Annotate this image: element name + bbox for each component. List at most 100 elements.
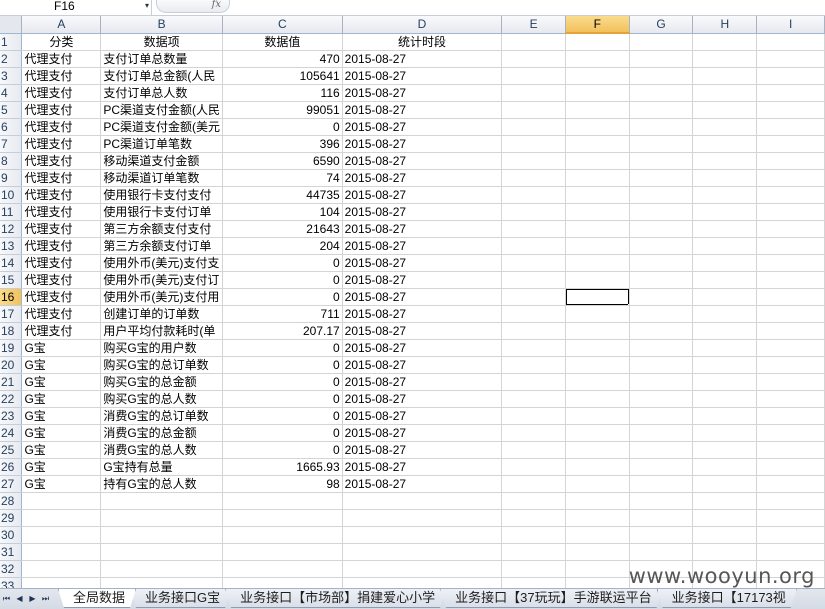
cell-e5[interactable] — [501, 101, 566, 119]
cell-h29[interactable] — [692, 509, 758, 527]
cell-a11[interactable]: 代理支付 — [21, 203, 102, 221]
name-box[interactable]: F16 — [0, 0, 152, 15]
cell-d32[interactable] — [342, 560, 503, 578]
column-header-b[interactable]: B — [100, 16, 224, 34]
cell-a10[interactable]: 代理支付 — [21, 186, 102, 204]
cell-e21[interactable] — [501, 373, 566, 391]
cell-c10[interactable]: 44735 — [222, 186, 343, 204]
cell-i10[interactable] — [756, 186, 825, 204]
cell-i22[interactable] — [756, 390, 825, 408]
cell-i21[interactable] — [756, 373, 825, 391]
cell-c7[interactable]: 396 — [222, 135, 343, 153]
cell-g7[interactable] — [629, 135, 694, 153]
cell-e9[interactable] — [501, 169, 566, 187]
cell-b2[interactable]: 支付订单总数量 — [100, 50, 224, 68]
cell-i9[interactable] — [756, 169, 825, 187]
cell-f31[interactable] — [565, 543, 630, 561]
cell-f27[interactable] — [565, 475, 630, 493]
cell-g28[interactable] — [629, 492, 694, 510]
cell-b26[interactable]: G宝持有总量 — [100, 458, 224, 476]
cell-f17[interactable] — [565, 305, 630, 323]
cell-g5[interactable] — [629, 101, 694, 119]
sheet-tab[interactable]: 业务接口【37玩玩】手游联运平台 — [440, 589, 662, 608]
row-header[interactable]: 21 — [0, 373, 23, 391]
cell-c4[interactable]: 116 — [222, 84, 343, 102]
cell-a3[interactable]: 代理支付 — [21, 67, 102, 85]
cell-h19[interactable] — [692, 339, 758, 357]
cell-g27[interactable] — [629, 475, 694, 493]
cell-h5[interactable] — [692, 101, 758, 119]
cell-a14[interactable]: 代理支付 — [21, 254, 102, 272]
cell-f4[interactable] — [565, 84, 630, 102]
cell-e8[interactable] — [501, 152, 566, 170]
cell-c20[interactable]: 0 — [222, 356, 343, 374]
cell-i2[interactable] — [756, 50, 825, 68]
row-header[interactable]: 24 — [0, 424, 23, 442]
row-header[interactable]: 14 — [0, 254, 23, 272]
cell-c2[interactable]: 470 — [222, 50, 343, 68]
cell-a26[interactable]: G宝 — [21, 458, 102, 476]
row-header[interactable]: 16 — [0, 288, 23, 306]
row-header[interactable]: 13 — [0, 237, 23, 255]
cell-c19[interactable]: 0 — [222, 339, 343, 357]
cell-i24[interactable] — [756, 424, 825, 442]
cell-e18[interactable] — [501, 322, 566, 340]
cell-a16[interactable]: 代理支付 — [21, 288, 102, 306]
row-header[interactable]: 23 — [0, 407, 23, 425]
cell-a17[interactable]: 代理支付 — [21, 305, 102, 323]
cell-f5[interactable] — [565, 101, 630, 119]
cell-e3[interactable] — [501, 67, 566, 85]
cell-g30[interactable] — [629, 526, 694, 544]
next-sheet-icon[interactable]: ▶ — [26, 591, 39, 607]
cell-b5[interactable]: PC渠道支付金额(人民 — [100, 101, 224, 119]
cell-c16[interactable]: 0 — [222, 288, 343, 306]
cell-b15[interactable]: 使用外币(美元)支付订 — [100, 271, 224, 289]
cell-i23[interactable] — [756, 407, 825, 425]
cell-b33[interactable] — [100, 577, 224, 588]
row-header[interactable]: 18 — [0, 322, 23, 340]
cell-i12[interactable] — [756, 220, 825, 238]
cell-i15[interactable] — [756, 271, 825, 289]
cell-h8[interactable] — [692, 152, 758, 170]
cell-b28[interactable] — [100, 492, 224, 510]
cell-g18[interactable] — [629, 322, 694, 340]
row-header[interactable]: 1 — [0, 33, 23, 51]
cell-b18[interactable]: 用户平均付款耗时(单 — [100, 322, 224, 340]
row-header[interactable]: 4 — [0, 84, 23, 102]
cell-b30[interactable] — [100, 526, 224, 544]
sheet-tab[interactable]: 业务接口G宝 — [130, 589, 231, 608]
cell-a18[interactable]: 代理支付 — [21, 322, 102, 340]
row-header[interactable]: 19 — [0, 339, 23, 357]
row-header[interactable]: 27 — [0, 475, 23, 493]
cell-d30[interactable] — [342, 526, 503, 544]
column-header-a[interactable]: A — [21, 16, 102, 34]
cell-d6[interactable]: 2015-08-27 — [342, 118, 503, 136]
cell-f33[interactable] — [565, 577, 630, 588]
cell-h14[interactable] — [692, 254, 758, 272]
cell-d1[interactable]: 统计时段 — [342, 33, 503, 51]
cell-i4[interactable] — [756, 84, 825, 102]
cell-h15[interactable] — [692, 271, 758, 289]
cell-a13[interactable]: 代理支付 — [21, 237, 102, 255]
cell-d22[interactable]: 2015-08-27 — [342, 390, 503, 408]
cell-b27[interactable]: 持有G宝的总人数 — [100, 475, 224, 493]
column-header-h[interactable]: H — [692, 16, 758, 34]
cell-c14[interactable]: 0 — [222, 254, 343, 272]
row-header[interactable]: 8 — [0, 152, 23, 170]
cell-h26[interactable] — [692, 458, 758, 476]
cell-i14[interactable] — [756, 254, 825, 272]
cell-a31[interactable] — [21, 543, 102, 561]
row-header[interactable]: 20 — [0, 356, 23, 374]
row-header[interactable]: 32 — [0, 560, 23, 578]
cell-a6[interactable]: 代理支付 — [21, 118, 102, 136]
row-header[interactable]: 6 — [0, 118, 23, 136]
cell-i18[interactable] — [756, 322, 825, 340]
cell-b4[interactable]: 支付订单总人数 — [100, 84, 224, 102]
cell-f18[interactable] — [565, 322, 630, 340]
cell-c11[interactable]: 104 — [222, 203, 343, 221]
cell-i28[interactable] — [756, 492, 825, 510]
cell-f11[interactable] — [565, 203, 630, 221]
cell-c25[interactable]: 0 — [222, 441, 343, 459]
row-header[interactable]: 2 — [0, 50, 23, 68]
cell-i8[interactable] — [756, 152, 825, 170]
